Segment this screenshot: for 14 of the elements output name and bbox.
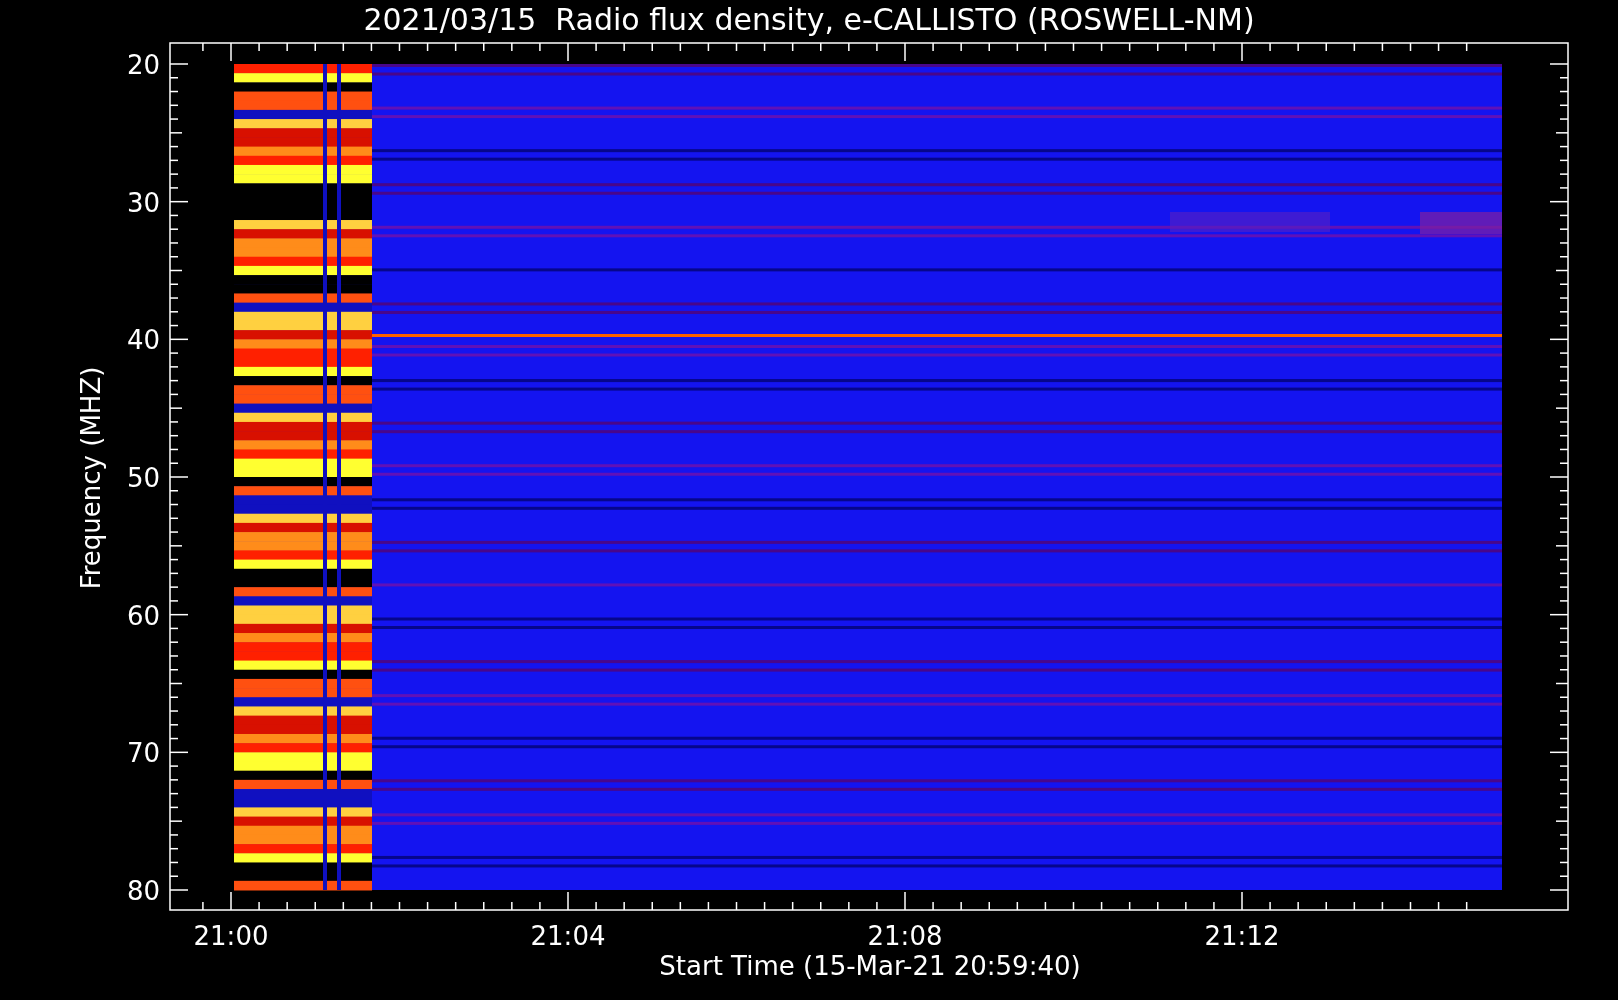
- y-tick-label: 50: [126, 463, 160, 493]
- y-tick-label: 60: [126, 600, 160, 631]
- x-tick-label: 21:00: [193, 921, 269, 951]
- y-tick-label: 20: [126, 50, 160, 80]
- chart-title: 2021/03/15 Radio flux density, e-CALLISTO (ROSWELL-NM): [363, 2, 1255, 37]
- x-tick-label: 21:04: [530, 921, 606, 951]
- x-tick-label: 21:08: [867, 921, 943, 951]
- y-tick-label: 40: [126, 325, 160, 356]
- y-axis-title: Frequency (MHZ): [76, 366, 106, 590]
- x-axis-title: Start Time (15-Mar-21 20:59:40): [659, 951, 1081, 981]
- y-tick-label: 80: [126, 876, 160, 906]
- y-tick-label: 30: [126, 187, 160, 218]
- x-tick-label: 21:12: [1204, 921, 1280, 951]
- y-tick-label: 70: [126, 738, 160, 769]
